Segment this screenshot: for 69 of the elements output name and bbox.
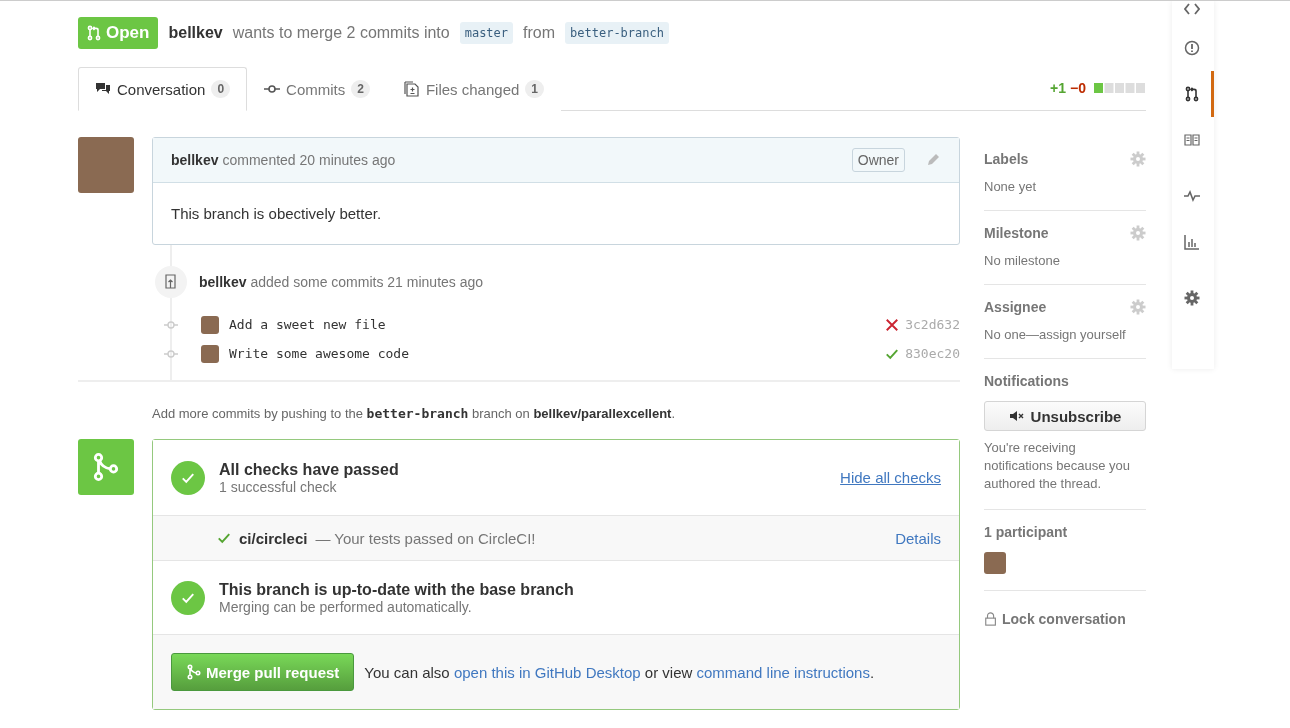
avatar bbox=[201, 344, 219, 363]
additions-count: +1 bbox=[1050, 80, 1067, 96]
gear-icon bbox=[1130, 151, 1146, 167]
title-text: wants to merge 2 commits into bbox=[232, 24, 450, 42]
checks-subtitle: 1 successful check bbox=[219, 478, 338, 495]
avatar bbox=[201, 315, 219, 334]
comment-meta: commented 20 minutes ago bbox=[222, 152, 396, 168]
pulse-icon bbox=[1183, 188, 1200, 204]
merge-options-text: You can also open this in GitHub Desktop or view command line instructions. bbox=[364, 663, 875, 681]
unsubscribe-button[interactable]: Unsubscribe bbox=[984, 401, 1146, 431]
section-value: No one—assign yourself bbox=[984, 327, 1127, 342]
push-hint: Add more commits by pushing to the better-branch branch on bellkev/parallexcellent. bbox=[152, 406, 677, 421]
author-link[interactable]: bellkev bbox=[199, 274, 247, 290]
section-title: 1 participant bbox=[984, 524, 1069, 540]
lock-conversation-link[interactable]: Lock conversation bbox=[984, 611, 1146, 627]
check-icon bbox=[181, 590, 195, 605]
event-text: added some commits 21 minutes ago bbox=[250, 274, 484, 290]
gear-icon bbox=[1130, 225, 1146, 241]
pull-request-icon bbox=[86, 25, 102, 41]
avatar bbox=[984, 552, 1006, 574]
branch-status-title: This branch is up-to-date with the base branch bbox=[219, 580, 575, 599]
merge-icon bbox=[186, 664, 202, 680]
desktop-link[interactable]: open this in GitHub Desktop bbox=[453, 663, 641, 681]
merge-icon bbox=[91, 452, 121, 482]
author-link[interactable]: bellkev bbox=[171, 152, 219, 168]
count-badge: 2 bbox=[351, 80, 370, 98]
author-link[interactable]: bellkev bbox=[168, 24, 223, 42]
lock-icon bbox=[984, 611, 998, 627]
title-text: from bbox=[523, 24, 556, 42]
check-description: — Your tests passed on CircleCI! bbox=[315, 529, 536, 547]
command-line-link[interactable]: command line instructions bbox=[696, 663, 870, 681]
issue-icon bbox=[1183, 40, 1200, 56]
section-title: Assignee bbox=[984, 299, 1047, 315]
repo-nav-item[interactable] bbox=[1172, 1, 1214, 25]
upload-icon bbox=[163, 274, 179, 290]
pull-request-icon bbox=[1183, 86, 1200, 102]
mute-icon bbox=[1008, 408, 1025, 424]
status-badge: Open bbox=[78, 17, 159, 49]
notification-note: You're receiving notifications because you authored the thread. bbox=[984, 439, 1131, 493]
pencil-icon bbox=[925, 152, 941, 168]
book-icon bbox=[1183, 132, 1200, 148]
owner-label: Owner bbox=[851, 148, 905, 172]
tab[interactable]: Conversation 0 bbox=[78, 67, 248, 111]
check-icon bbox=[181, 470, 195, 485]
deletions-count: −0 bbox=[1070, 80, 1086, 96]
hide-checks-link[interactable]: Hide all checks bbox=[840, 469, 941, 486]
details-link[interactable]: Details bbox=[895, 529, 941, 547]
diffstat-bar bbox=[1094, 83, 1146, 93]
comment-text: This branch is obectively better. bbox=[170, 204, 383, 224]
branch-label: better-branch bbox=[565, 22, 669, 44]
file-diff-icon bbox=[403, 81, 420, 97]
check-name: ci/circleci bbox=[239, 529, 308, 547]
section-title: Milestone bbox=[984, 225, 1049, 241]
bar-chart-icon bbox=[1183, 234, 1200, 250]
code-icon bbox=[1183, 1, 1200, 17]
commit-message[interactable]: Add a sweet new file bbox=[229, 317, 386, 332]
avatar bbox=[78, 137, 134, 193]
commit-message[interactable]: Write some awesome code bbox=[229, 346, 409, 361]
branch-label: master bbox=[459, 22, 514, 44]
section-value: No milestone bbox=[984, 253, 1061, 268]
section-title: Labels bbox=[984, 151, 1029, 167]
branch-status-subtitle: Merging can be performed automatically. bbox=[219, 598, 473, 615]
count-badge: 1 bbox=[525, 80, 545, 98]
count-badge: 0 bbox=[211, 80, 231, 98]
checks-title: All checks have passed bbox=[219, 460, 400, 479]
gear-icon bbox=[1130, 299, 1146, 315]
section-title: Notifications bbox=[984, 373, 1070, 389]
section-value: None yet bbox=[984, 179, 1038, 194]
settings-icon bbox=[1183, 290, 1200, 306]
